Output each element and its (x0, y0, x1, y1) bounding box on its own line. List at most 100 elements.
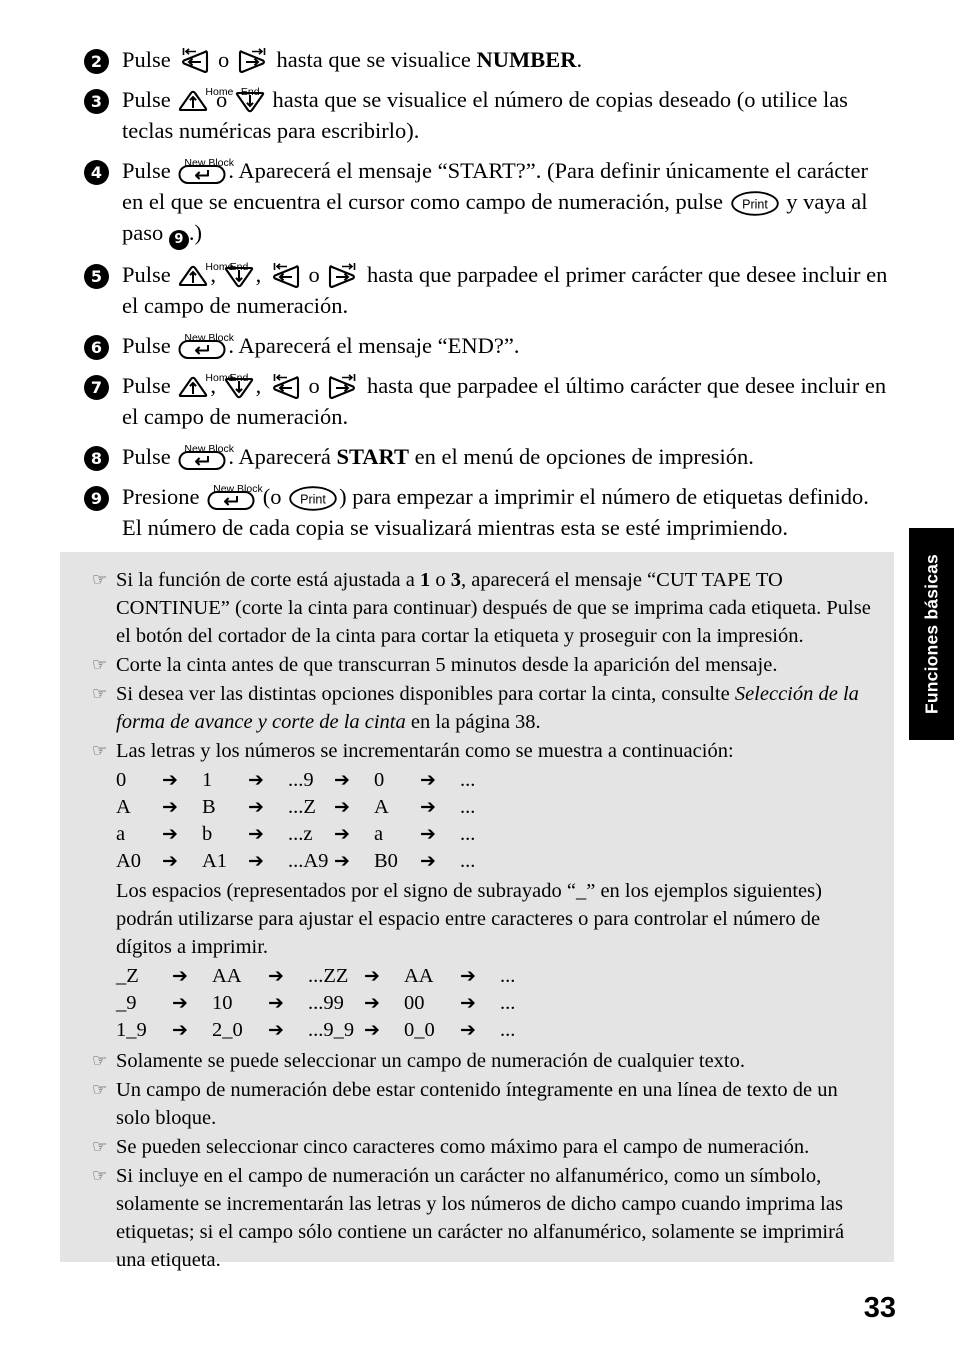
pointing-hand-icon: ☞ (92, 655, 108, 675)
tab-left-marker-icon (272, 373, 288, 382)
sequence-value: ...Z (288, 796, 316, 818)
note-text: Solamente se puede seleccionar un campo … (116, 1047, 872, 1075)
sequence-value: ...9_9 (308, 1019, 355, 1041)
up-arrow-key-icon: Home (178, 373, 233, 399)
sequence-value: AA (212, 965, 242, 987)
note-paragraph: Solamente se puede seleccionar un campo … (116, 1047, 872, 1075)
sequence-value: 2_0 (212, 1019, 243, 1041)
step-text: Pulse Home o End hasta que se visualice … (122, 84, 894, 146)
body-text: Pulse (122, 373, 177, 398)
sequence-value: a (116, 823, 126, 845)
note-paragraph: Corte la cinta antes de que transcurran … (116, 651, 872, 679)
notes-panel: ☞ Si la función de corte está ajustada a … (60, 552, 894, 1271)
down-arrow-key-icon: End (224, 372, 254, 399)
note-item: ☞ Un campo de numeración debe estar conte… (78, 1076, 872, 1132)
new-block-enter-key-icon: New Block (178, 333, 234, 359)
sequence-value: 10 (212, 992, 233, 1014)
body-text: Pulse (122, 47, 177, 72)
new-block-enter-key-icon: New Block (178, 158, 234, 184)
body-text: .) (188, 220, 202, 245)
body-text: en la página 38. (405, 711, 541, 733)
step-item: 8 Pulse New Block. Aparecerá START en el … (84, 441, 894, 472)
tab-right-marker-icon (251, 47, 267, 56)
sequence-value: b (202, 823, 213, 845)
sequence-row: a ➔ b ➔ ...z ➔ a ➔... (116, 821, 520, 848)
step-text: Presione New Block (o Print) para empeza… (122, 481, 894, 543)
step-number-badge: 7 (84, 375, 109, 400)
body-text: Pulse (122, 333, 177, 358)
note-item: ☞ Si la función de corte está ajustada a … (78, 566, 872, 650)
numbering-steps-list: 2 Pulse o hasta que se visualice NUMBER. 3… (84, 44, 894, 552)
page-number: 33 (863, 1292, 896, 1324)
body-text: , (255, 262, 267, 287)
pointing-hand-icon: ☞ (92, 1166, 108, 1186)
left-arrow-key-icon (269, 263, 301, 289)
sequence-value: B (202, 796, 216, 818)
step-item: 9 Presione New Block (o Print) para empez… (84, 481, 894, 543)
side-thumb-tab-label: Funciones básicas (921, 554, 941, 714)
sequence-arrow-icon: ➔ (460, 965, 476, 987)
body-text: . Aparecerá el mensaje “END?”. (228, 333, 520, 358)
note-text: Se pueden seleccionar cinco caracteres c… (116, 1133, 872, 1161)
right-arrow-key-icon (237, 48, 269, 74)
side-thumb-tab: Funciones básicas (909, 528, 954, 740)
body-text: . (576, 47, 583, 72)
sequence-value: ...A9 (288, 850, 329, 872)
end-key-label: End (240, 86, 260, 98)
step-text: Pulse New Block. Aparecerá el mensaje “E… (122, 330, 894, 361)
note-item: ☞ Solamente se puede seleccionar un campo… (78, 1047, 872, 1075)
step-number-badge: 3 (84, 89, 109, 114)
sequence-value: ...ZZ (308, 965, 349, 987)
body-text: Presione (122, 484, 206, 509)
sequence-value: ...z (288, 823, 313, 845)
body-text: o (430, 569, 451, 591)
sequence-value: 1 (202, 769, 213, 791)
pointing-hand-icon: ☞ (92, 741, 108, 761)
step-text: Pulse o hasta que se visualice NUMBER. (122, 44, 894, 75)
sequence-value: A (374, 796, 389, 818)
print-key-icon: Print (289, 486, 337, 511)
sequence-arrow-icon: ➔ (248, 796, 264, 818)
body-text: Pulse (122, 444, 177, 469)
svg-text:Print: Print (742, 198, 768, 212)
sequence-value: ... (500, 1019, 516, 1041)
emphasis-text: 3 (450, 569, 461, 591)
sequence-value: 0_0 (404, 1019, 435, 1041)
step-text: Pulse New Block. Aparecerá START en el m… (122, 441, 894, 472)
body-text: . Aparecerá (228, 444, 337, 469)
new-block-key-label: New Block (184, 332, 234, 344)
sequence-value: ... (460, 796, 476, 818)
inline-step-reference: 9 (168, 230, 189, 250)
sequence-arrow-icon: ➔ (364, 965, 380, 987)
note-item: ☞ Si incluye en el campo de numeración un… (78, 1162, 872, 1274)
step-item: 2 Pulse o hasta que se visualice NUMBER. (84, 44, 894, 75)
sequence-value: ...99 (308, 992, 344, 1014)
new-block-enter-key-icon: New Block (207, 484, 263, 510)
sequence-row: _9 ➔ 10 ➔ ...99 ➔ 00 ➔... (116, 990, 560, 1017)
right-arrow-key-icon (327, 374, 359, 400)
sequence-arrow-icon: ➔ (248, 823, 264, 845)
up-arrow-key-icon: Home (178, 87, 233, 113)
body-text: Si la función de corte está ajustada a (116, 569, 420, 591)
note-text: Las letras y los números se incrementará… (116, 737, 872, 1046)
step-item: 6 Pulse New Block. Aparecerá el mensaje “… (84, 330, 894, 361)
note-text: Un campo de numeración debe estar conten… (116, 1076, 872, 1132)
increment-sequence-table: 0 ➔ 1 ➔ ...9 ➔ 0 ➔... A ➔ B ➔ ...Z ➔ A ➔... a ➔ b ➔ ...z ➔ a ➔.… (116, 767, 520, 875)
note-text: Corte la cinta antes de que transcurran … (116, 651, 872, 679)
pointing-hand-icon: ☞ (92, 1137, 108, 1157)
tab-left-marker-icon (181, 47, 197, 56)
sequence-value: 0 (374, 769, 385, 791)
sequence-value: _9 (116, 992, 137, 1014)
sequence-arrow-icon: ➔ (420, 796, 436, 818)
sequence-value: AA (404, 965, 434, 987)
sequence-arrow-icon: ➔ (334, 769, 350, 791)
body-text: Se pueden seleccionar cinco caracteres c… (116, 1136, 810, 1158)
end-key-label: End (229, 372, 249, 384)
sequence-value: _Z (116, 965, 139, 987)
sequence-value: 0 (116, 769, 127, 791)
svg-text:Print: Print (300, 493, 326, 507)
sequence-arrow-icon: ➔ (268, 992, 284, 1014)
left-arrow-key-icon (269, 374, 301, 400)
end-key-label: End (229, 261, 249, 273)
note-text: Si la función de corte está ajustada a 1… (116, 566, 872, 650)
